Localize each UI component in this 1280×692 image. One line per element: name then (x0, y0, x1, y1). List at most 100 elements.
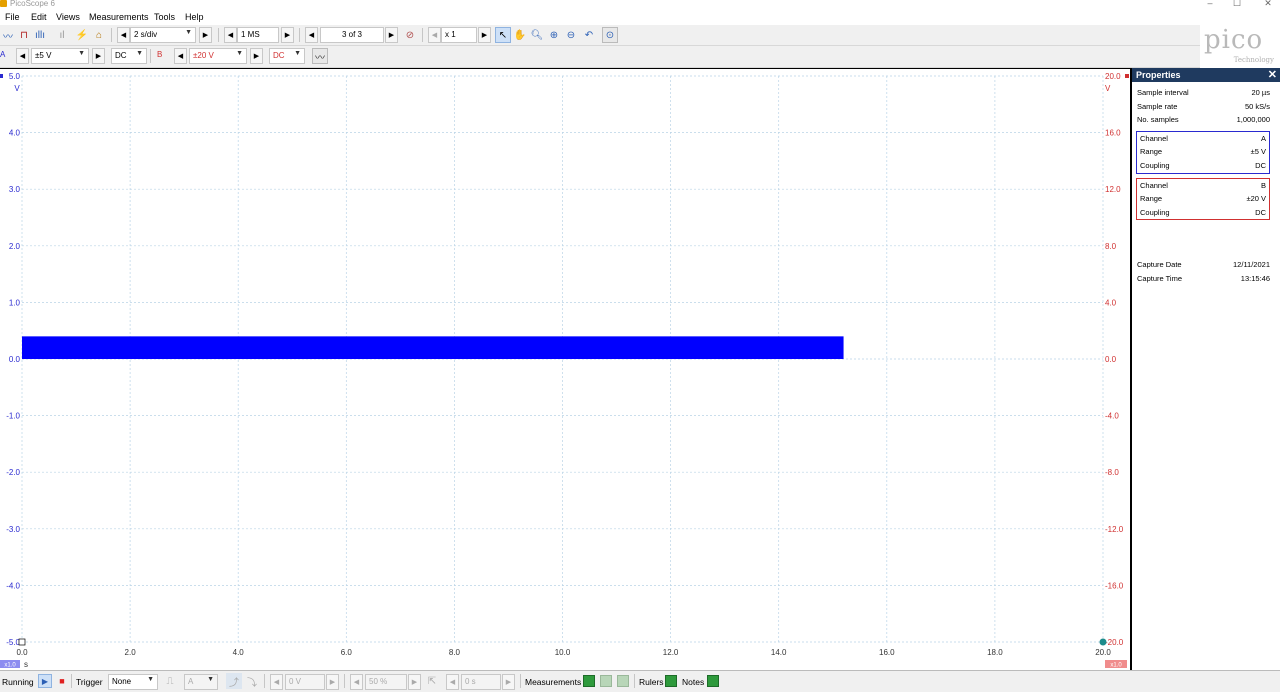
delay-next-arrow[interactable]: ▶ (502, 674, 515, 690)
rulers-button[interactable] (665, 675, 677, 687)
axis-a-tick-label: -4.0 (6, 581, 20, 590)
menu-tools[interactable]: Tools (154, 12, 175, 22)
level-prev-arrow[interactable]: ◀ (270, 674, 283, 690)
prop-channel-b-key: Channel (1140, 180, 1168, 190)
channel-b-marker (1125, 74, 1129, 78)
undo-zoom-icon[interactable]: ↶ (581, 27, 597, 43)
delete-measurement-button[interactable] (617, 675, 629, 687)
zoom-area-icon[interactable]: 🔍︎ (529, 27, 545, 43)
channel-options-icon[interactable]: 〰 (312, 48, 328, 64)
channels-icon[interactable]: ıl (54, 27, 70, 43)
properties-capture: Capture Date 12/11/2021 Capture Time 13:15:… (1132, 258, 1280, 285)
buffer-navigator[interactable]: 3 of 3 (320, 27, 384, 43)
axis-a-tick-label: 5.0 (9, 72, 21, 81)
pointer-tool-icon[interactable]: ↖ (495, 27, 511, 43)
trigger-label: Trigger (76, 677, 103, 687)
timebase-select[interactable]: 2 s/div ▼ (130, 27, 196, 43)
rising-edge-icon[interactable]: ⤴ (226, 673, 242, 689)
running-status: Running (2, 677, 34, 687)
prop-channel-a-key: Range (1140, 147, 1163, 157)
pre-trigger-icon[interactable]: ⇱ (424, 673, 440, 689)
notes-button[interactable] (707, 675, 719, 687)
edit-measurement-button[interactable] (600, 675, 612, 687)
maximize-button[interactable]: ☐ (1227, 0, 1247, 9)
menu-edit[interactable]: Edit (31, 12, 47, 22)
chevron-down-icon: ▼ (78, 50, 85, 57)
buffer-next-arrow[interactable]: ▶ (385, 27, 398, 43)
prop-general-row: Sample rate 50 kS/s (1132, 100, 1280, 114)
chevron-down-icon: ▼ (147, 676, 154, 683)
prop-channel-b-row: Range ±20 V (1137, 192, 1269, 206)
prop-general-value: 1,000,000 (1236, 115, 1270, 125)
chevron-down-icon: ▼ (207, 676, 214, 683)
range-a-prev-arrow[interactable]: ◀ (16, 48, 29, 64)
waveform-plot[interactable]: 5.0 4.0 3.0 2.0 1.0 0.0 -1.0 -2.0 -3.0 -4.0 -5.0 V 2… (0, 69, 1130, 671)
prop-capture-key: Capture Time (1137, 273, 1183, 283)
zoom-in-icon[interactable]: ⊕ (546, 27, 562, 43)
rulers-label: Rulers (639, 677, 664, 687)
pct-prev-arrow[interactable]: ◀ (350, 674, 363, 690)
x-axis-tick-label: 10.0 (555, 648, 571, 657)
samples-select[interactable]: 1 MS (237, 27, 279, 43)
properties-header: Properties ✕ (1132, 68, 1280, 82)
menu-file[interactable]: File (5, 12, 20, 22)
advanced-trigger-icon[interactable]: ⎍ (162, 673, 178, 689)
properties-close-icon[interactable]: ✕ (1268, 68, 1277, 81)
range-b-select[interactable]: ±20 V ▼ (189, 48, 247, 64)
add-measurement-button[interactable] (583, 675, 595, 687)
measurements-label: Measurements (525, 677, 582, 687)
x-axis-tick-label: 6.0 (341, 648, 353, 657)
scope-mode-icon[interactable]: 〰 (0, 27, 16, 43)
trigger-level-input[interactable]: 0 V (285, 674, 325, 690)
ruler-a-label: x1.0 (4, 663, 16, 669)
home-icon[interactable]: ⌂ (91, 27, 107, 43)
chevron-down-icon: ▼ (236, 50, 243, 57)
spectrum-mode-icon[interactable]: ıllı (32, 27, 48, 43)
channel-b-label[interactable]: B (157, 50, 162, 66)
falling-edge-icon[interactable]: ⤵ (244, 673, 260, 689)
range-a-select[interactable]: ±5 V ▼ (31, 48, 89, 64)
range-a-next-arrow[interactable]: ▶ (92, 48, 105, 64)
timebase-next-arrow[interactable]: ▶ (199, 27, 212, 43)
samples-prev-arrow[interactable]: ◀ (224, 27, 237, 43)
stop-icon[interactable]: ■ (55, 674, 69, 688)
menu-views[interactable]: Views (56, 12, 80, 22)
notes-label: Notes (682, 677, 705, 687)
coupling-b-select[interactable]: DC ▼ (269, 48, 305, 64)
pct-next-arrow[interactable]: ▶ (408, 674, 421, 690)
trigger-delay-input[interactable]: 0 s (461, 674, 501, 690)
prop-channel-a-row: Coupling DC (1137, 159, 1269, 173)
trigger-channel-select[interactable]: A ▼ (184, 674, 218, 690)
channel-a-label[interactable]: A (0, 50, 5, 66)
timebase-prev-arrow[interactable]: ◀ (117, 27, 130, 43)
buffer-overview-icon[interactable]: ⊘ (402, 27, 418, 43)
probe-icon[interactable]: ⚡ (74, 27, 90, 43)
x-axis-tick-label: 0.0 (16, 648, 28, 657)
menu-measurements[interactable]: Measurements (89, 12, 149, 22)
trigger-mode-select[interactable]: None ▼ (108, 674, 158, 690)
range-b-prev-arrow[interactable]: ◀ (174, 48, 187, 64)
buffer-prev-arrow[interactable]: ◀ (305, 27, 318, 43)
scope-view[interactable]: 5.0 4.0 3.0 2.0 1.0 0.0 -1.0 -2.0 -3.0 -4.0 -5.0 V 2… (0, 68, 1130, 670)
minimize-button[interactable]: – (1200, 0, 1220, 8)
play-icon[interactable]: ▶ (38, 674, 52, 688)
zoom-select[interactable]: x 1 (441, 27, 477, 43)
persistence-mode-icon[interactable]: ⊓ (16, 27, 32, 43)
level-next-arrow[interactable]: ▶ (326, 674, 339, 690)
samples-next-arrow[interactable]: ▶ (281, 27, 294, 43)
zoom-next-arrow[interactable]: ▶ (478, 27, 491, 43)
close-button[interactable]: ✕ (1258, 0, 1278, 9)
zoom-overview-icon[interactable]: ⊙ (602, 27, 618, 43)
x-axis-tick-label: 14.0 (771, 648, 787, 657)
coupling-a-select[interactable]: DC ▼ (111, 48, 147, 64)
zoom-prev-arrow[interactable]: ◀ (428, 27, 441, 43)
ruler-b-label: x1.0 (1110, 663, 1122, 669)
menu-help[interactable]: Help (185, 12, 204, 22)
range-b-next-arrow[interactable]: ▶ (250, 48, 263, 64)
zoom-out-icon[interactable]: ⊖ (563, 27, 579, 43)
trigger-position-input[interactable]: 50 % (365, 674, 407, 690)
hand-tool-icon[interactable]: ✋ (512, 27, 528, 43)
chevron-down-icon: ▼ (185, 29, 192, 36)
axis-b-tick-label: 0.0 (1105, 355, 1117, 364)
delay-prev-arrow[interactable]: ◀ (446, 674, 459, 690)
